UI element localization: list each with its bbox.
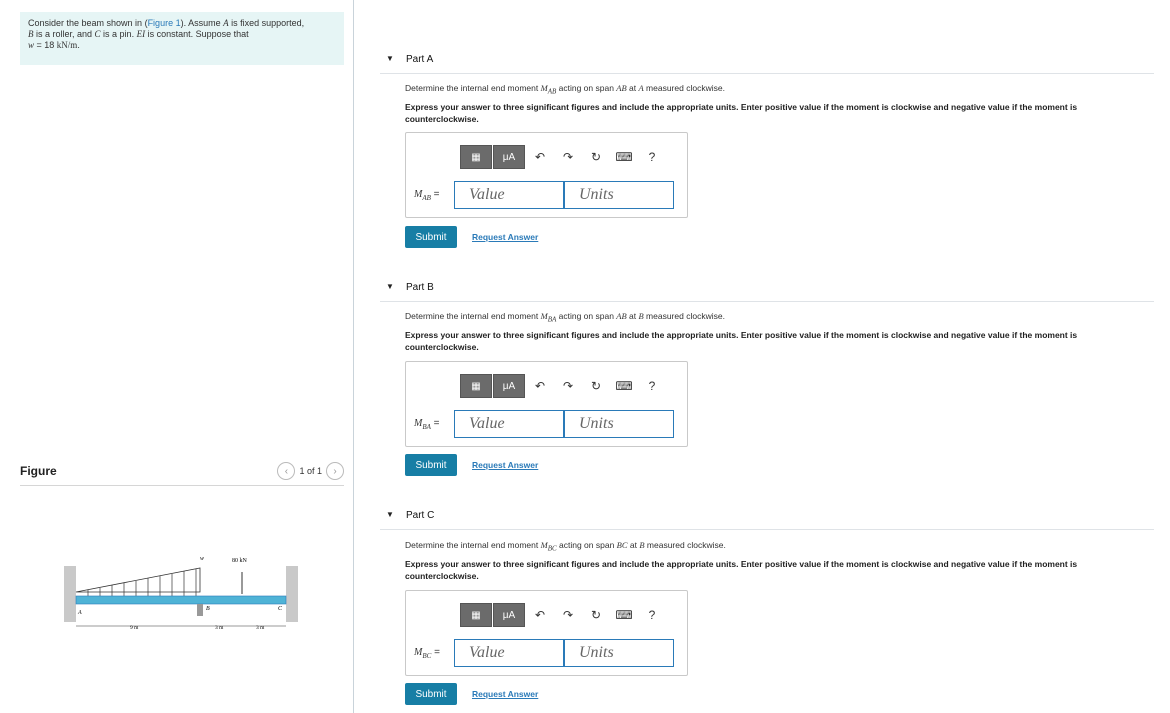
point-a-label: A bbox=[77, 610, 82, 616]
units-button[interactable]: μA bbox=[493, 603, 525, 627]
units-input[interactable]: Units bbox=[564, 639, 674, 667]
part-b-prompt: Determine the internal end moment MBA ac… bbox=[405, 311, 725, 324]
part-a-submit-button[interactable]: Submit bbox=[405, 226, 457, 248]
part-b-request-answer-link[interactable]: Request Answer bbox=[472, 460, 538, 470]
figure-page-indicator: 1 of 1 bbox=[299, 466, 322, 476]
templates-icon[interactable]: ▦ bbox=[460, 145, 492, 169]
part-c-prompt: Determine the internal end moment MBC ac… bbox=[405, 540, 726, 553]
figure-label: Figure bbox=[20, 464, 57, 478]
part-a-prompt: Determine the internal end moment MAB ac… bbox=[405, 83, 725, 96]
reset-icon[interactable]: ↻ bbox=[582, 605, 610, 625]
redo-icon[interactable]: ↷ bbox=[554, 147, 582, 167]
figure-link[interactable]: Figure 1 bbox=[148, 18, 181, 28]
help-icon[interactable]: ? bbox=[638, 376, 666, 396]
undo-icon[interactable]: ↶ bbox=[526, 605, 554, 625]
part-c-header[interactable]: ▼ Part C bbox=[380, 496, 1154, 530]
collapse-icon[interactable]: ▼ bbox=[386, 54, 394, 63]
part-b-instructions: Express your answer to three significant… bbox=[405, 330, 1078, 352]
distributed-load bbox=[75, 567, 201, 593]
problem-panel: Consider the beam shown in (Figure 1). A… bbox=[0, 0, 354, 713]
part-c-title: Part C bbox=[406, 510, 435, 521]
part-a-answer-box: ▦ μA ↶ ↷ ↻ ⌨ ? MAB = Value Units bbox=[405, 132, 688, 218]
units-button[interactable]: μA bbox=[493, 145, 525, 169]
value-input[interactable]: Value bbox=[454, 181, 564, 209]
wall-right bbox=[286, 566, 298, 622]
answer-label: MBC = bbox=[414, 646, 440, 660]
keyboard-icon[interactable]: ⌨ bbox=[610, 376, 638, 396]
figure-pager: ‹ 1 of 1 › bbox=[277, 462, 344, 480]
part-c-request-answer-link[interactable]: Request Answer bbox=[472, 689, 538, 699]
point-load-label: 80 kN bbox=[232, 558, 248, 564]
undo-icon[interactable]: ↶ bbox=[526, 147, 554, 167]
answer-row: MBA = Value Units bbox=[414, 410, 674, 438]
value-input[interactable]: Value bbox=[454, 410, 564, 438]
units-input[interactable]: Units bbox=[564, 181, 674, 209]
templates-icon[interactable]: ▦ bbox=[460, 374, 492, 398]
math-toolbar: ▦ μA ↶ ↷ ↻ ⌨ ? bbox=[460, 374, 666, 398]
units-input[interactable]: Units bbox=[564, 410, 674, 438]
collapse-icon[interactable]: ▼ bbox=[386, 510, 394, 519]
dim-9m: 9 m bbox=[130, 625, 139, 631]
part-a-request-answer-link[interactable]: Request Answer bbox=[472, 232, 538, 242]
answer-row: MBC = Value Units bbox=[414, 639, 674, 667]
answer-label: MAB = bbox=[414, 188, 440, 202]
undo-icon[interactable]: ↶ bbox=[526, 376, 554, 396]
value-input[interactable]: Value bbox=[454, 639, 564, 667]
part-c-answer-box: ▦ μA ↶ ↷ ↻ ⌨ ? MBC = Value Units bbox=[405, 590, 688, 676]
math-toolbar: ▦ μA ↶ ↷ ↻ ⌨ ? bbox=[460, 145, 666, 169]
reset-icon[interactable]: ↻ bbox=[582, 376, 610, 396]
part-b-answer-box: ▦ μA ↶ ↷ ↻ ⌨ ? MBA = Value Units bbox=[405, 361, 688, 447]
redo-icon[interactable]: ↷ bbox=[554, 376, 582, 396]
units-button[interactable]: μA bbox=[493, 374, 525, 398]
dim-3m-second: 3 m bbox=[256, 625, 265, 631]
answer-row: MAB = Value Units bbox=[414, 181, 674, 209]
next-figure-button[interactable]: › bbox=[326, 462, 344, 480]
wall-left bbox=[64, 566, 76, 622]
keyboard-icon[interactable]: ⌨ bbox=[610, 605, 638, 625]
part-c-instructions: Express your answer to three significant… bbox=[405, 559, 1078, 581]
figure-header: Figure ‹ 1 of 1 › bbox=[20, 462, 344, 486]
part-b-title: Part B bbox=[406, 282, 434, 293]
problem-statement: Consider the beam shown in (Figure 1). A… bbox=[20, 12, 344, 65]
beam-diagram: w 80 kN A B C 9 m 3 m 3 m bbox=[64, 556, 298, 631]
dim-3m-first: 3 m bbox=[215, 625, 224, 631]
templates-icon[interactable]: ▦ bbox=[460, 603, 492, 627]
load-w-label: w bbox=[200, 556, 204, 562]
part-b-submit-button[interactable]: Submit bbox=[405, 454, 457, 476]
redo-icon[interactable]: ↷ bbox=[554, 605, 582, 625]
part-a-header[interactable]: ▼ Part A bbox=[380, 40, 1154, 74]
answer-label: MBA = bbox=[414, 417, 440, 431]
point-c-label: C bbox=[278, 606, 283, 612]
prev-figure-button[interactable]: ‹ bbox=[277, 462, 296, 480]
help-icon[interactable]: ? bbox=[638, 605, 666, 625]
math-toolbar: ▦ μA ↶ ↷ ↻ ⌨ ? bbox=[460, 603, 666, 627]
reset-icon[interactable]: ↻ bbox=[582, 147, 610, 167]
part-a-title: Part A bbox=[406, 54, 434, 65]
part-a-instructions: Express your answer to three significant… bbox=[405, 102, 1078, 124]
help-icon[interactable]: ? bbox=[638, 147, 666, 167]
keyboard-icon[interactable]: ⌨ bbox=[610, 147, 638, 167]
part-c-submit-button[interactable]: Submit bbox=[405, 683, 457, 705]
point-b-label: B bbox=[206, 606, 210, 612]
part-b-header[interactable]: ▼ Part B bbox=[380, 268, 1154, 302]
beam bbox=[75, 595, 287, 605]
collapse-icon[interactable]: ▼ bbox=[386, 282, 394, 291]
roller-support bbox=[197, 604, 203, 616]
